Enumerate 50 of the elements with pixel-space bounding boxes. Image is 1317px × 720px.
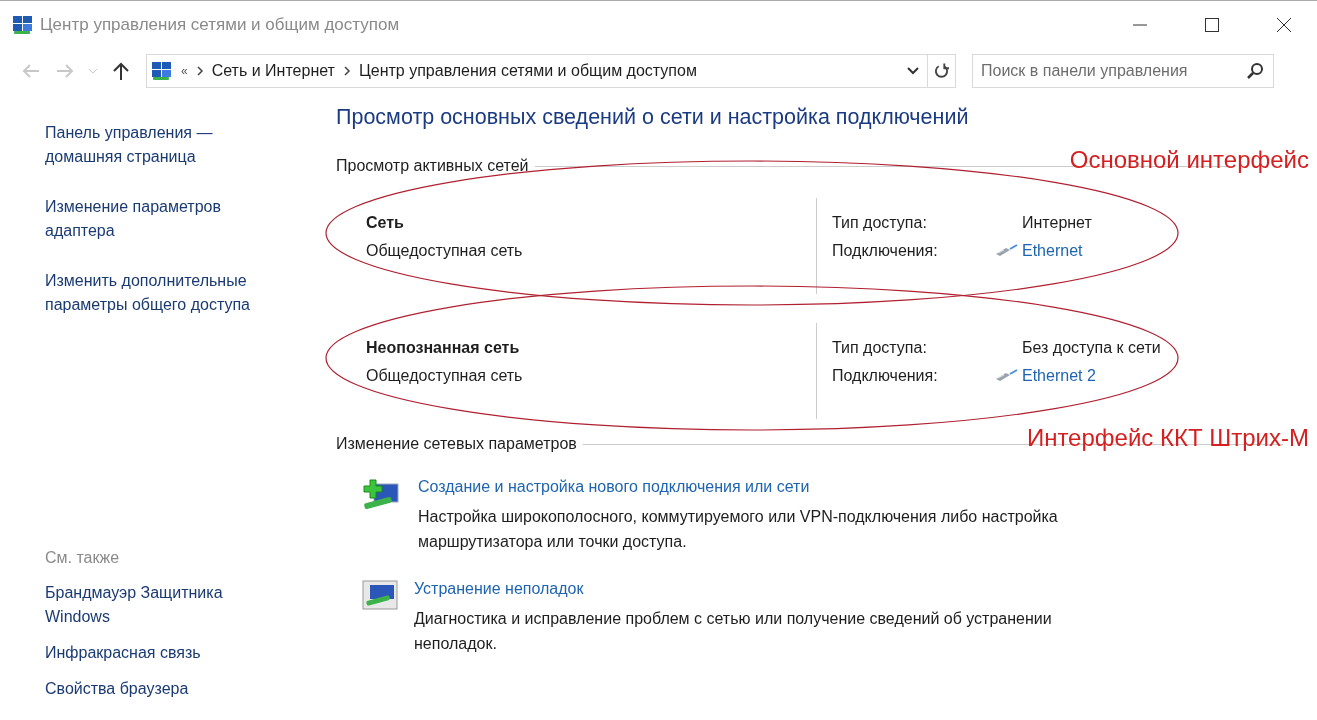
network-location-icon (151, 61, 173, 81)
annotation-label: Интерфейс ККТ Штрих-М (1026, 424, 1309, 452)
annotation-label: Основной интерфейс (1069, 146, 1309, 174)
network-category: Общедоступная сеть (366, 367, 524, 385)
see-also-link[interactable]: Брандмауэр Защитника Windows (45, 581, 265, 629)
see-also-heading: См. также (45, 549, 121, 567)
refresh-icon (934, 62, 949, 80)
maximize-icon (1204, 17, 1220, 33)
see-also-link[interactable]: Свойства браузера (45, 677, 265, 701)
arrow-up-icon (113, 62, 129, 80)
overflow-chevron[interactable]: « (181, 64, 188, 78)
window-title: Центр управления сетями и общим доступом (40, 15, 401, 35)
task-description: Настройка широкополосного, коммутируемого или VPN-подключения либо настройка маршрутизатора или точки доступа. (418, 507, 1059, 552)
chevron-right-icon (342, 66, 351, 76)
task-description: Диагностика и исправление проблем с сетью или получение сведений об устранении неполадок. (414, 609, 1053, 654)
arrow-right-icon (56, 64, 74, 78)
task-link[interactable]: Создание и настройка нового подключения или сети (418, 478, 1130, 496)
field-label: Тип доступа: (832, 214, 928, 232)
arrow-left-icon (22, 64, 40, 78)
dropdown-caret-icon[interactable] (907, 67, 919, 75)
connection-link[interactable]: Ethernet 2 (1022, 367, 1096, 385)
close-icon (1276, 17, 1292, 33)
page-heading: Просмотр основных сведений о сети и настройка подключений (336, 105, 970, 130)
network-category: Общедоступная сеть (366, 242, 524, 260)
section-heading: Изменение сетевых параметров (336, 435, 577, 453)
sidebar-link[interactable]: Изменение параметров адаптера (45, 195, 285, 243)
search-field[interactable]: Поиск в панели управления (972, 54, 1274, 88)
sidebar-link[interactable]: Панель управления — домашняя страница (45, 121, 285, 169)
access-type-value: Интернет (1021, 214, 1092, 232)
network-cable-icon (994, 369, 1018, 383)
see-also-link[interactable]: Инфракрасная связь (45, 641, 265, 665)
field-label: Тип доступа: (832, 339, 928, 357)
sidebar-link[interactable]: Изменить дополнительные параметры общего доступа (45, 269, 285, 317)
network-name: Сеть (366, 214, 405, 232)
breadcrumb[interactable]: Сеть и Интернет (211, 62, 335, 80)
troubleshoot-icon (362, 580, 398, 610)
section-heading: Просмотр активных сетей (336, 157, 529, 175)
field-label: Подключения: (832, 242, 939, 260)
network-app-icon (12, 15, 34, 35)
task-link[interactable]: Устранение неполадок (414, 580, 1126, 598)
access-type-value: Без доступа к сети (1021, 339, 1161, 357)
network-cable-icon (994, 244, 1018, 258)
minimize-icon (1132, 24, 1148, 26)
chevron-right-icon (195, 66, 204, 76)
connection-link[interactable]: Ethernet (1022, 242, 1083, 260)
address-bar[interactable]: « Сеть и Интернет Центр управления сетями и общим доступом (146, 54, 956, 88)
breadcrumb[interactable]: Центр управления сетями и общим доступом (358, 62, 697, 80)
network-name: Неопознанная сеть (366, 339, 521, 357)
field-label: Подключения: (832, 367, 939, 385)
caret-down-icon (88, 68, 98, 74)
